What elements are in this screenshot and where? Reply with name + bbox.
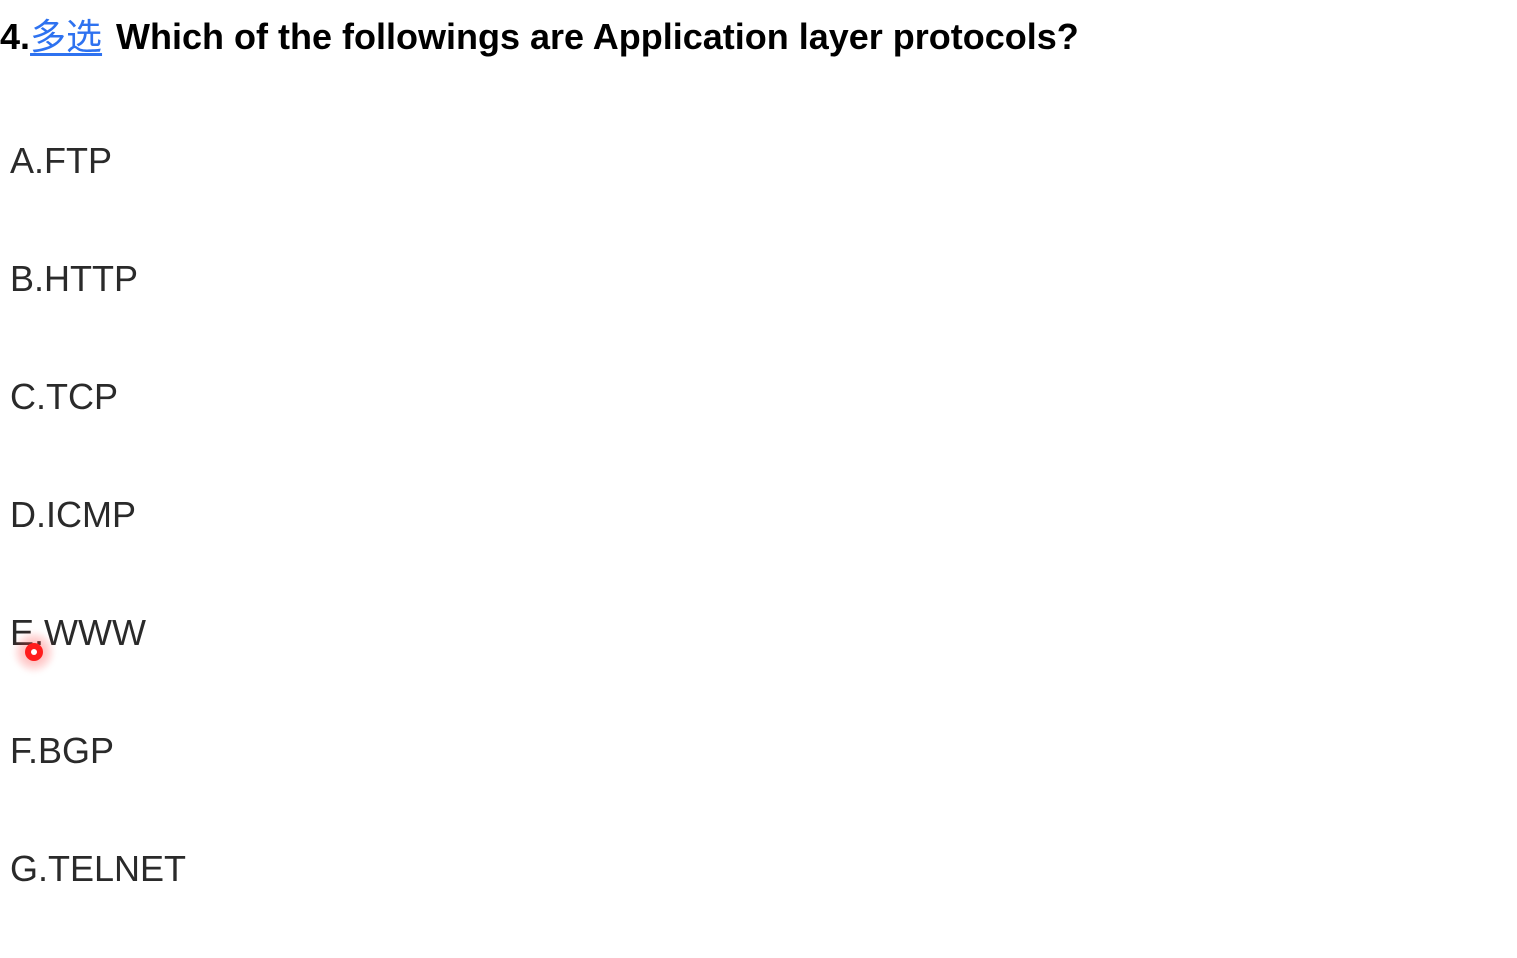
option-text: WWW	[44, 612, 146, 653]
option-text: TCP	[46, 376, 118, 417]
question-text: Which of the followings are Application …	[116, 16, 1079, 58]
question-type-badge[interactable]: 多选	[30, 8, 102, 60]
option-label: A.	[10, 140, 44, 181]
option-text: ICMP	[46, 494, 136, 535]
question-number: 4.	[0, 16, 30, 58]
option-g[interactable]: G.TELNET	[10, 848, 1517, 890]
option-a[interactable]: A.FTP	[10, 140, 1517, 182]
option-e[interactable]: E.WWW	[10, 612, 1517, 654]
options-list: A.FTP B.HTTP C.TCP D.ICMP E.WWW F.BGP G.…	[10, 140, 1517, 890]
option-b[interactable]: B.HTTP	[10, 258, 1517, 300]
option-f[interactable]: F.BGP	[10, 730, 1517, 772]
option-label: C.	[10, 376, 46, 417]
option-label: F.	[10, 730, 38, 771]
option-d[interactable]: D.ICMP	[10, 494, 1517, 536]
option-text: FTP	[44, 140, 112, 181]
option-text: HTTP	[44, 258, 138, 299]
option-label: D.	[10, 494, 46, 535]
option-text: BGP	[38, 730, 114, 771]
question-header: 4. 多选 Which of the followings are Applic…	[0, 8, 1517, 60]
option-label: G.	[10, 848, 48, 889]
option-label: B.	[10, 258, 44, 299]
option-label: E.	[10, 612, 44, 653]
option-c[interactable]: C.TCP	[10, 376, 1517, 418]
option-text: TELNET	[48, 848, 186, 889]
